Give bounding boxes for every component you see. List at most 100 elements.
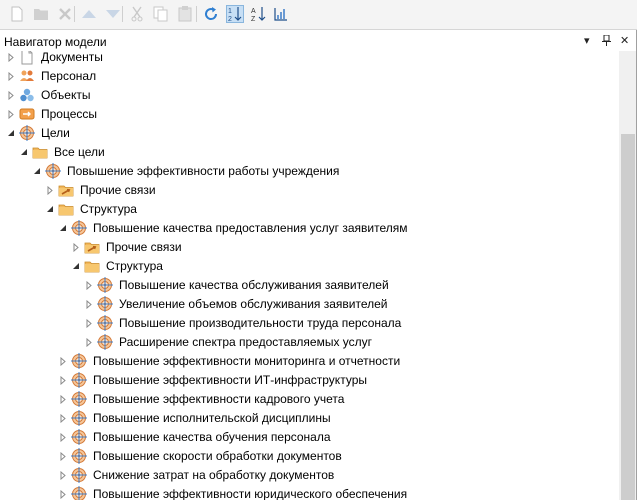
target-icon <box>97 296 113 312</box>
collapsed-arrow-icon[interactable] <box>84 279 94 291</box>
collapsed-arrow-icon[interactable] <box>58 412 68 424</box>
tree-item[interactable]: Цели <box>0 124 619 143</box>
folder-icon <box>58 201 74 217</box>
collapsed-arrow-icon[interactable] <box>84 298 94 310</box>
tree-item-label: Повышение эффективности кадрового учета <box>93 392 345 406</box>
collapsed-arrow-icon[interactable] <box>58 355 68 367</box>
collapsed-arrow-icon[interactable] <box>58 393 68 405</box>
tree-item-label: Повышение качества предоставления услуг … <box>93 221 408 235</box>
collapsed-arrow-icon[interactable] <box>84 336 94 348</box>
tree-item-label: Повышение эффективности ИТ-инфраструктур… <box>93 373 367 387</box>
collapsed-arrow-icon[interactable] <box>58 431 68 443</box>
folder-icon <box>84 258 100 274</box>
tree-item-label: Повышение производительности труда персо… <box>119 316 402 330</box>
copy-icon[interactable] <box>152 5 170 23</box>
target-icon <box>97 334 113 350</box>
process-icon <box>19 106 35 122</box>
tree-item-label: Структура <box>106 259 163 273</box>
expanded-arrow-icon[interactable] <box>71 260 81 272</box>
objects-icon <box>19 87 35 103</box>
model-navigator-tree: Документы Персонал Объекты Процессы Цели Все … <box>0 51 619 500</box>
expanded-arrow-icon[interactable] <box>32 165 42 177</box>
tree-item[interactable]: Прочие связи <box>0 238 619 257</box>
tree-item[interactable]: Расширение спектра предоставляемых услуг <box>0 333 619 352</box>
tree-item-label: Повышение эффективности мониторинга и от… <box>93 354 401 368</box>
tree-item[interactable]: Повышение эффективности мониторинга и от… <box>0 352 619 371</box>
tree-item[interactable]: Структура <box>0 200 619 219</box>
tree-item[interactable]: Документы <box>0 51 619 67</box>
tree-item[interactable]: Прочие связи <box>0 181 619 200</box>
svg-text:A: A <box>251 8 256 15</box>
tree-item[interactable]: Объекты <box>0 86 619 105</box>
target-icon <box>19 125 35 141</box>
document-icon <box>19 51 35 65</box>
tree-item-label: Повышение качества обучения персонала <box>93 430 331 444</box>
panel-title: Навигатор модели <box>4 35 107 49</box>
refresh-icon[interactable] <box>202 5 220 23</box>
collapsed-arrow-icon[interactable] <box>84 317 94 329</box>
collapsed-arrow-icon[interactable] <box>58 469 68 481</box>
collapsed-arrow-icon[interactable] <box>6 70 16 82</box>
target-icon <box>71 391 87 407</box>
collapsed-arrow-icon[interactable] <box>58 450 68 462</box>
tree-item[interactable]: Повышение эффективности кадрового учета <box>0 390 619 409</box>
expanded-arrow-icon[interactable] <box>58 222 68 234</box>
collapsed-arrow-icon[interactable] <box>71 241 81 253</box>
tree-item[interactable]: Повышение эффективности юридического обе… <box>0 485 619 500</box>
collapsed-arrow-icon[interactable] <box>6 51 16 63</box>
tree-item[interactable]: Все цели <box>0 143 619 162</box>
sort-custom-icon[interactable] <box>272 5 290 23</box>
tree-item[interactable]: Увеличение объемов обслуживания заявител… <box>0 295 619 314</box>
tree-item[interactable]: Повышение эффективности ИТ-инфраструктур… <box>0 371 619 390</box>
tree-item-label: Персонал <box>41 69 97 83</box>
svg-text:1: 1 <box>228 8 232 15</box>
collapsed-arrow-icon[interactable] <box>6 89 16 101</box>
expanded-arrow-icon[interactable] <box>45 203 55 215</box>
tree-item-label: Прочие связи <box>80 183 156 197</box>
tree-item[interactable]: Повышение качества предоставления услуг … <box>0 219 619 238</box>
tree-item[interactable]: Повышение производительности труда персо… <box>0 314 619 333</box>
tree-item[interactable]: Повышение эффективности работы учреждени… <box>0 162 619 181</box>
move-up-icon[interactable] <box>80 5 98 23</box>
expanded-arrow-icon[interactable] <box>6 127 16 139</box>
collapsed-arrow-icon[interactable] <box>58 488 68 500</box>
tree-item-label: Все цели <box>54 145 105 159</box>
cut-icon[interactable] <box>128 5 146 23</box>
pin-icon[interactable] <box>602 34 611 49</box>
collapsed-arrow-icon[interactable] <box>6 108 16 120</box>
target-icon <box>97 315 113 331</box>
target-icon <box>97 277 113 293</box>
move-down-icon[interactable] <box>104 5 122 23</box>
target-icon <box>71 486 87 500</box>
expanded-arrow-icon[interactable] <box>19 146 29 158</box>
target-icon <box>45 163 61 179</box>
folder-icon[interactable] <box>32 5 50 23</box>
close-panel-icon[interactable]: ✕ <box>620 34 629 47</box>
tree-item-label: Расширение спектра предоставляемых услуг <box>119 335 373 349</box>
tree-item[interactable]: Повышение исполнительской дисциплины <box>0 409 619 428</box>
tree-item[interactable]: Снижение затрат на обработку документов <box>0 466 619 485</box>
tree-item[interactable]: Структура <box>0 257 619 276</box>
delete-icon[interactable] <box>56 5 74 23</box>
paste-icon[interactable] <box>176 5 194 23</box>
tree-item[interactable]: Повышение скорости обработки документов <box>0 447 619 466</box>
tree-item-label: Повышение эффективности юридического обе… <box>93 487 408 500</box>
target-icon <box>71 429 87 445</box>
panel-dropdown-icon[interactable]: ▾ <box>584 34 590 47</box>
sort-numeric-icon[interactable]: 12 <box>226 5 244 23</box>
collapsed-arrow-icon[interactable] <box>58 374 68 386</box>
svg-text:2: 2 <box>228 16 232 22</box>
folder-icon <box>32 144 48 160</box>
sort-alpha-icon[interactable]: AZ <box>250 5 268 23</box>
collapsed-arrow-icon[interactable] <box>45 184 55 196</box>
tree-item[interactable]: Процессы <box>0 105 619 124</box>
tree-item[interactable]: Повышение качества обслуживания заявител… <box>0 276 619 295</box>
scrollbar-thumb[interactable] <box>621 134 635 500</box>
new-document-icon[interactable] <box>8 5 26 23</box>
target-icon <box>71 448 87 464</box>
tree-item[interactable]: Повышение качества обучения персонала <box>0 428 619 447</box>
toolbar-separator <box>74 6 75 22</box>
tree-item[interactable]: Персонал <box>0 67 619 86</box>
tree-item-label: Увеличение объемов обслуживания заявител… <box>119 297 388 311</box>
tree-item-label: Снижение затрат на обработку документов <box>93 468 335 482</box>
